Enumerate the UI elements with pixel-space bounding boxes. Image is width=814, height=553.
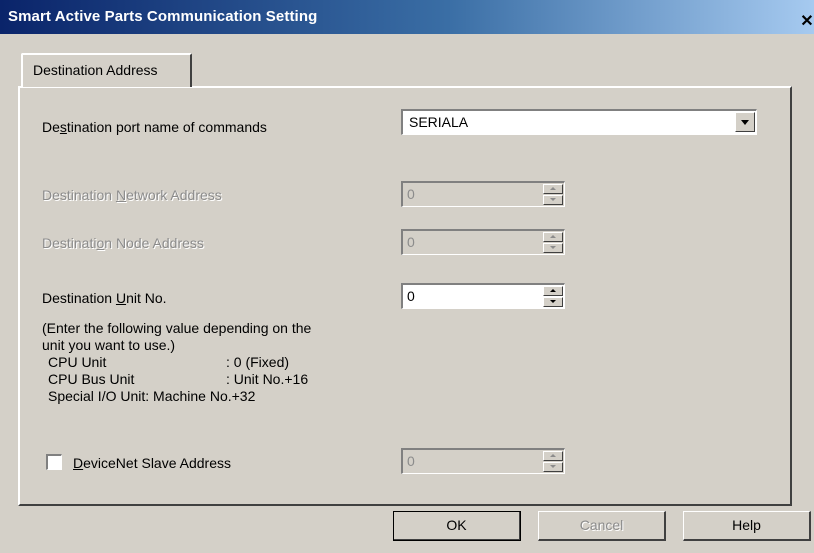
devicenet-address-stepper: 0 bbox=[401, 448, 565, 474]
help-row-cpu-unit-value: : 0 (Fixed) bbox=[226, 354, 290, 370]
window-title: Smart Active Parts Communication Setting bbox=[8, 8, 318, 25]
network-address-stepper: 0 bbox=[401, 181, 565, 207]
unit-no-value[interactable]: 0 bbox=[407, 288, 415, 304]
spin-up-icon bbox=[543, 232, 563, 242]
tab-label: Destination Address bbox=[33, 62, 158, 78]
help-row-cpu-bus-unit-name: CPU Bus Unit bbox=[48, 371, 135, 387]
close-icon[interactable]: ✕ bbox=[796, 11, 814, 33]
tab-destination-address[interactable]: Destination Address bbox=[21, 53, 192, 87]
unit-no-label: Destination Unit No. bbox=[42, 290, 167, 306]
spin-up-icon[interactable] bbox=[543, 286, 563, 296]
devicenet-label[interactable]: DeviceNet Slave Address bbox=[73, 455, 231, 471]
port-name-label: Destination port name of commands bbox=[42, 119, 267, 135]
spin-up-icon bbox=[543, 451, 563, 461]
chevron-down-icon[interactable] bbox=[735, 112, 755, 132]
help-row-special-io: Special I/O Unit: Machine No.+32 bbox=[48, 388, 256, 404]
ok-button[interactable]: OK bbox=[393, 511, 521, 541]
network-address-label: Destination Network Address bbox=[42, 187, 222, 203]
devicenet-checkbox[interactable] bbox=[46, 454, 62, 470]
help-text-line2: unit you want to use.) bbox=[42, 337, 176, 353]
cancel-button: Cancel bbox=[538, 511, 666, 541]
help-button[interactable]: Help bbox=[683, 511, 811, 541]
spin-up-icon bbox=[543, 184, 563, 194]
network-address-value: 0 bbox=[407, 186, 415, 202]
spin-down-icon bbox=[543, 195, 563, 205]
spin-down-icon bbox=[543, 243, 563, 253]
title-bar: Smart Active Parts Communication Setting… bbox=[0, 0, 814, 34]
port-name-value: SERIALA bbox=[409, 114, 469, 130]
node-address-value: 0 bbox=[407, 234, 415, 250]
spin-down-icon[interactable] bbox=[543, 297, 563, 307]
help-text-line1: (Enter the following value depending on … bbox=[42, 320, 312, 336]
help-row-cpu-bus-unit-value: : Unit No.+16 bbox=[226, 371, 309, 387]
node-address-stepper: 0 bbox=[401, 229, 565, 255]
unit-no-stepper[interactable]: 0 bbox=[401, 283, 565, 309]
help-row-cpu-unit-name: CPU Unit bbox=[48, 354, 107, 370]
node-address-label: Destination Node Address bbox=[42, 235, 204, 251]
spin-down-icon bbox=[543, 462, 563, 472]
port-name-select[interactable]: SERIALA bbox=[401, 109, 757, 135]
devicenet-address-value: 0 bbox=[407, 453, 415, 469]
